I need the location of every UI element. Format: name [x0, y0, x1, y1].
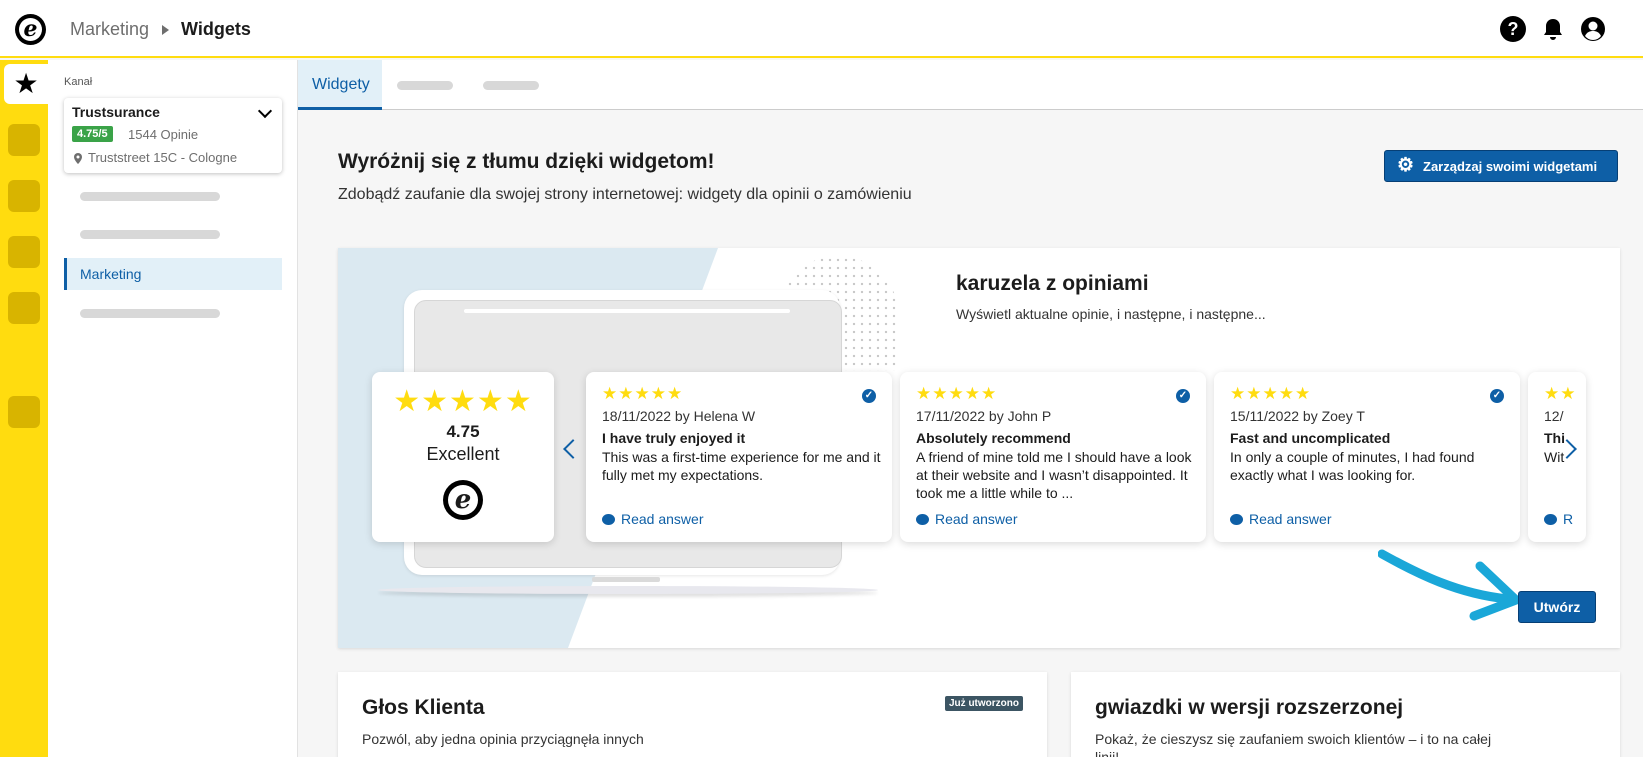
tab-placeholder[interactable]	[397, 81, 453, 90]
verified-icon: ✓	[1490, 389, 1504, 403]
rating-badge: 4.75/5	[72, 126, 113, 142]
score-value: 4.75	[446, 422, 480, 441]
review-meta: 12/	[1544, 408, 1564, 424]
review-title: I have truly enjoyed it	[602, 430, 746, 446]
review-body: This was a first-time experience for me …	[602, 449, 881, 483]
card-subtitle: Pokaż, że cieszysz się zaufaniem swoich …	[1095, 731, 1492, 757]
card-title: gwiazdki w wersji rozszerzonej	[1095, 696, 1404, 719]
sidebar-item-placeholder[interactable]	[80, 230, 220, 239]
widget-card-customer-voice: Głos Klienta Pozwól, aby jedna opinia pr…	[338, 672, 1047, 757]
score-card: ★★★★★ 4.75 Excellent e	[372, 372, 554, 542]
widget-description: Wyświetl aktualne opinie, i następne, i …	[956, 306, 1266, 322]
speech-bubble-icon	[1230, 514, 1243, 525]
tab-bar: Widgety	[298, 60, 1643, 110]
tab-label: Widgety	[312, 76, 370, 93]
speech-bubble-icon	[1544, 514, 1557, 525]
logo-letter: e	[23, 16, 38, 42]
page-title: Wyróżnij się z tłumu dzięki widgetom!	[338, 150, 715, 173]
nav-placeholder-icon[interactable]	[8, 396, 40, 428]
review-count: 1544 Opinie	[128, 127, 199, 142]
read-answer-link[interactable]: Read answer	[602, 511, 704, 527]
sidebar-item-marketing[interactable]: Marketing	[64, 258, 282, 290]
review-card: ★★★★★ ✓ 17/11/2022 by John P Absolutely …	[900, 372, 1206, 542]
create-button[interactable]: Utwórz	[1518, 591, 1596, 623]
review-carousel-card: karuzela z opiniami Wyświetl aktualne op…	[338, 248, 1620, 648]
read-answer-label: R	[1563, 511, 1574, 527]
score-stars: ★★★★★	[393, 385, 533, 418]
top-bar: e Marketing Widgets ?	[0, 0, 1643, 58]
channel-selector[interactable]: Trustsurance 4.75/5 1544 Opinie Truststr…	[64, 98, 282, 173]
trusted-shops-logo[interactable]: e	[15, 14, 46, 45]
nav-placeholder-icon[interactable]	[8, 124, 40, 156]
channel-name: Trustsurance	[72, 104, 160, 120]
arrow-pointer-icon	[1378, 549, 1521, 621]
speech-bubble-icon	[602, 514, 615, 525]
sidebar-item-placeholder[interactable]	[80, 192, 220, 201]
bell-icon-svg	[1544, 19, 1562, 40]
verified-icon: ✓	[1176, 389, 1190, 403]
read-answer-link[interactable]: Read answer	[1230, 511, 1332, 527]
review-meta: 17/11/2022 by John P	[916, 408, 1052, 424]
review-meta: 15/11/2022 by Zoey T	[1230, 408, 1365, 424]
secondary-sidebar: Kanał Trustsurance 4.75/5 1544 Opinie Tr…	[48, 60, 298, 757]
sidebar-item-label: Marketing	[80, 266, 142, 282]
review-card: ★★ 12/ Thi Wit R	[1528, 372, 1586, 542]
manage-widgets-button[interactable]: ⚙ Zarządzaj swoimi widgetami	[1384, 150, 1618, 182]
read-answer-label: Read answer	[935, 511, 1018, 527]
page-subtitle: Zdobądź zaufanie dla swojej strony inter…	[338, 186, 912, 203]
review-stars: ★★★★★	[916, 384, 998, 403]
nav-placeholder-icon[interactable]	[8, 236, 40, 268]
account-icon-svg	[1581, 17, 1605, 41]
read-answer-link[interactable]: Read answer	[916, 511, 1018, 527]
account-icon[interactable]	[1580, 16, 1606, 42]
score-label: Excellent	[426, 444, 500, 464]
review-body: In only a couple of minutes, I had found…	[1230, 449, 1475, 483]
channel-address: Truststreet 15C - Cologne	[88, 150, 238, 165]
laptop-notch	[592, 577, 660, 582]
review-body: A friend of mine told me I should have a…	[916, 449, 1192, 501]
nav-placeholder-icon[interactable]	[8, 292, 40, 324]
help-icon[interactable]: ?	[1500, 16, 1526, 42]
trusted-shops-logo: e	[443, 480, 483, 520]
review-meta: 18/11/2022 by Helena W	[602, 408, 756, 424]
breadcrumb-separator-icon	[162, 25, 169, 35]
status-badge: Już utworzono	[945, 696, 1023, 711]
breadcrumb-current: Widgets	[181, 19, 251, 39]
star-icon[interactable]: ★	[4, 64, 48, 104]
laptop-base	[378, 586, 878, 594]
breadcrumb-marketing[interactable]: Marketing	[70, 19, 149, 40]
read-answer-label: Read answer	[1249, 511, 1332, 527]
chevron-down-icon[interactable]	[257, 103, 273, 119]
widget-card-extended-stars: gwiazdki w wersji rozszerzonej Pokaż, że…	[1071, 672, 1620, 757]
review-stars: ★★★★★	[602, 384, 684, 403]
location-pin-icon	[74, 153, 82, 164]
nav-placeholder-icon[interactable]	[8, 180, 40, 212]
verified-icon: ✓	[862, 389, 876, 403]
gear-icon: ⚙	[1397, 155, 1415, 176]
tab-widgety[interactable]: Widgety	[298, 60, 382, 110]
main-nav-rail: ★	[0, 60, 48, 757]
review-title: Fast and uncomplicated	[1230, 430, 1391, 446]
widget-title: karuzela z opiniami	[956, 272, 1149, 295]
review-card: ★★★★★ ✓ 18/11/2022 by Helena W I have tr…	[586, 372, 892, 542]
speech-bubble-icon	[916, 514, 929, 525]
review-stars: ★★	[1544, 384, 1577, 403]
card-subtitle: Pozwól, aby jedna opinia przyciągnęła in…	[362, 731, 644, 747]
review-stars: ★★★★★	[1230, 384, 1312, 403]
sidebar-item-placeholder[interactable]	[80, 309, 220, 318]
bell-icon[interactable]	[1540, 16, 1566, 42]
read-answer-link[interactable]: R	[1544, 511, 1573, 527]
laptop-address-bar	[464, 309, 790, 313]
read-answer-label: Read answer	[621, 511, 704, 527]
logo-letter: e	[454, 485, 472, 515]
review-title: Absolutely recommend	[916, 430, 1071, 446]
manage-widgets-label: Zarządzaj swoimi widgetami	[1423, 159, 1598, 174]
review-card: ★★★★★ ✓ 15/11/2022 by Zoey T Fast and un…	[1214, 372, 1520, 542]
card-title: Głos Klienta	[362, 696, 485, 719]
tab-placeholder[interactable]	[483, 81, 539, 90]
channel-label: Kanał	[64, 76, 93, 88]
